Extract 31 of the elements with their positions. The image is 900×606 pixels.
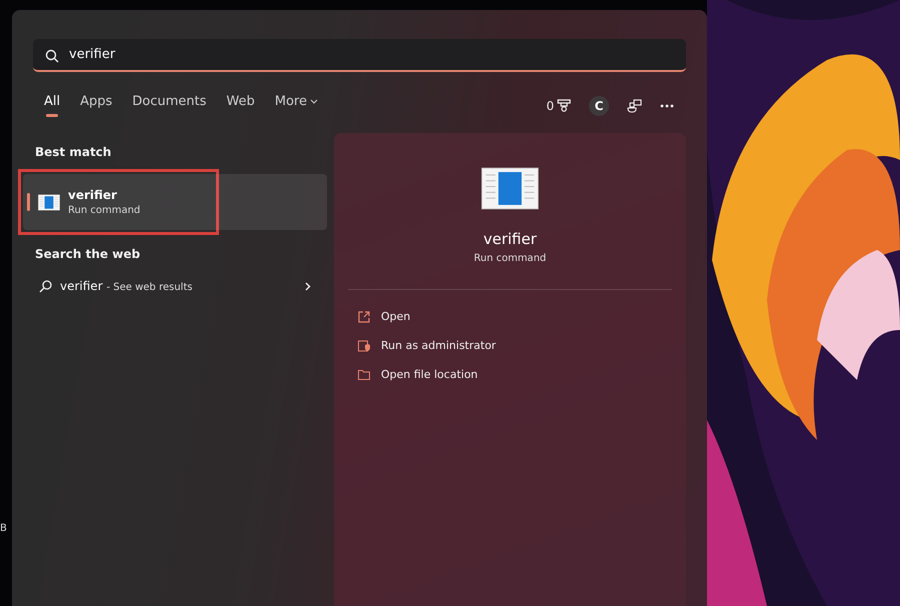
chevron-right-icon — [305, 282, 311, 290]
search-icon — [39, 280, 52, 292]
desktop-icon-label: B — [0, 523, 7, 534]
devices-icon[interactable] — [627, 98, 642, 112]
result-subtitle: Run command — [68, 205, 140, 216]
filter-tab[interactable]: Documents — [132, 94, 206, 117]
action-item[interactable]: Open — [348, 302, 672, 331]
app-window-icon — [481, 167, 539, 210]
filter-tab[interactable]: More — [274, 94, 318, 117]
search-field[interactable]: verifier — [33, 39, 686, 72]
best-match-item[interactable]: verifier Run command — [23, 174, 327, 230]
preview-title: verifier — [482, 230, 538, 248]
section-heading: Search the web — [34, 247, 142, 261]
more-options-icon[interactable] — [660, 104, 674, 108]
action-item[interactable]: Run as administrator — [348, 331, 672, 360]
app-window-icon — [38, 194, 60, 210]
folder-icon — [358, 369, 370, 380]
chevron-down-icon — [310, 99, 318, 104]
rewards-button[interactable]: 0 — [546, 98, 571, 112]
filter-tab[interactable]: Apps — [80, 94, 112, 117]
section-heading: Best match — [34, 145, 112, 159]
shield-window-icon — [358, 340, 370, 352]
account-avatar[interactable]: C — [589, 96, 609, 116]
filter-tab[interactable]: All — [44, 94, 60, 117]
trophy-icon — [557, 99, 571, 112]
open-external-icon — [358, 310, 370, 322]
filter-tab[interactable]: Web — [226, 94, 255, 117]
action-item[interactable]: Open file location — [348, 360, 672, 389]
preview-subtitle: Run command — [472, 253, 548, 264]
result-title: verifier — [68, 188, 118, 202]
web-result-item[interactable]: verifier - See web results — [25, 271, 325, 301]
